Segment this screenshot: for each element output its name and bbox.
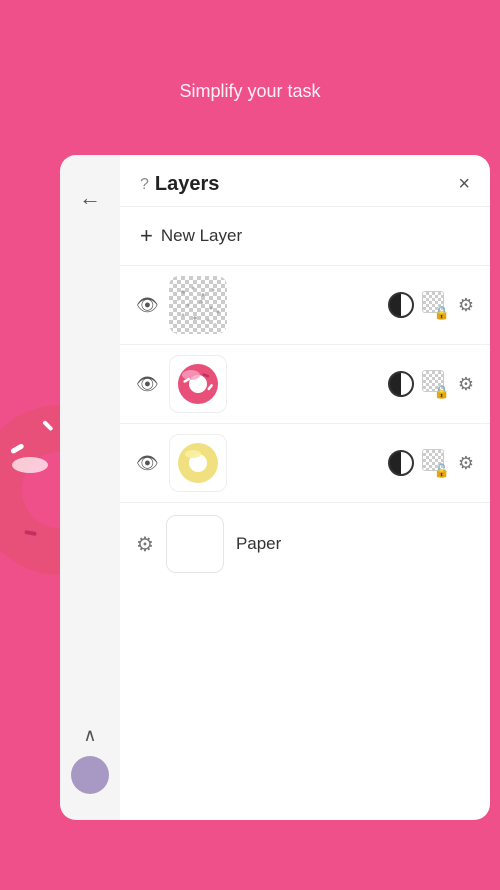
layer-thumbnail[interactable] (169, 355, 227, 413)
blend-mode-button[interactable] (388, 292, 414, 318)
layer-settings-button[interactable]: ⚙ (458, 374, 474, 395)
visibility-toggle[interactable]: 👁 (136, 295, 159, 316)
help-icon[interactable]: ? (140, 176, 149, 194)
layer-settings-button[interactable]: ⚙ (458, 453, 474, 474)
panel-header: ? Layers × (120, 155, 490, 207)
layer-controls: 🔒 ⚙ (388, 291, 474, 319)
donut-pink-preview (173, 359, 223, 409)
blend-mode-button[interactable] (388, 371, 414, 397)
visibility-toggle[interactable]: 👁 (136, 453, 159, 474)
layers-list: 👁 (120, 266, 490, 820)
lock-transparency-button[interactable]: 🔒 (422, 370, 450, 398)
lock-transparency-button[interactable]: 🔓 (422, 449, 450, 477)
layer-controls: 🔒 ⚙ (388, 370, 474, 398)
new-layer-button[interactable]: + New Layer (120, 207, 490, 266)
paper-thumbnail[interactable] (166, 515, 224, 573)
panel-title-row: ? Layers (140, 173, 219, 196)
layer-thumbnail[interactable] (169, 276, 227, 334)
close-button[interactable]: × (458, 173, 470, 196)
visibility-toggle[interactable]: 👁 (136, 374, 159, 395)
plus-icon: + (140, 223, 153, 249)
layer-row: 👁 (120, 345, 490, 424)
lock-transparency-button[interactable]: 🔒 (422, 291, 450, 319)
blend-mode-button[interactable] (388, 450, 414, 476)
donut-yellow-preview (173, 438, 223, 488)
avatar (71, 756, 109, 794)
paper-settings-button[interactable]: ⚙ (136, 532, 154, 557)
panel-title: Layers (155, 173, 220, 196)
sketch-preview (173, 280, 223, 330)
new-layer-label: New Layer (161, 226, 242, 246)
layer-row: 👁 (120, 266, 490, 345)
collapse-button[interactable]: ∧ (83, 725, 96, 746)
panel-container: ← ∧ ? Layers × + New Layer 👁 (60, 155, 490, 820)
main-panel: ? Layers × + New Layer 👁 (120, 155, 490, 820)
layer-controls: 🔓 ⚙ (388, 449, 474, 477)
paper-layer-row: ⚙ Paper (120, 503, 490, 585)
sidebar-strip: ← ∧ (60, 155, 120, 820)
layer-row: 👁 🔓 ⚙ (120, 424, 490, 503)
page-subtitle: Simplify your task (20, 81, 480, 102)
back-button[interactable]: ← (79, 185, 101, 211)
layer-thumbnail[interactable] (169, 434, 227, 492)
paper-label: Paper (236, 534, 281, 554)
layer-settings-button[interactable]: ⚙ (458, 295, 474, 316)
